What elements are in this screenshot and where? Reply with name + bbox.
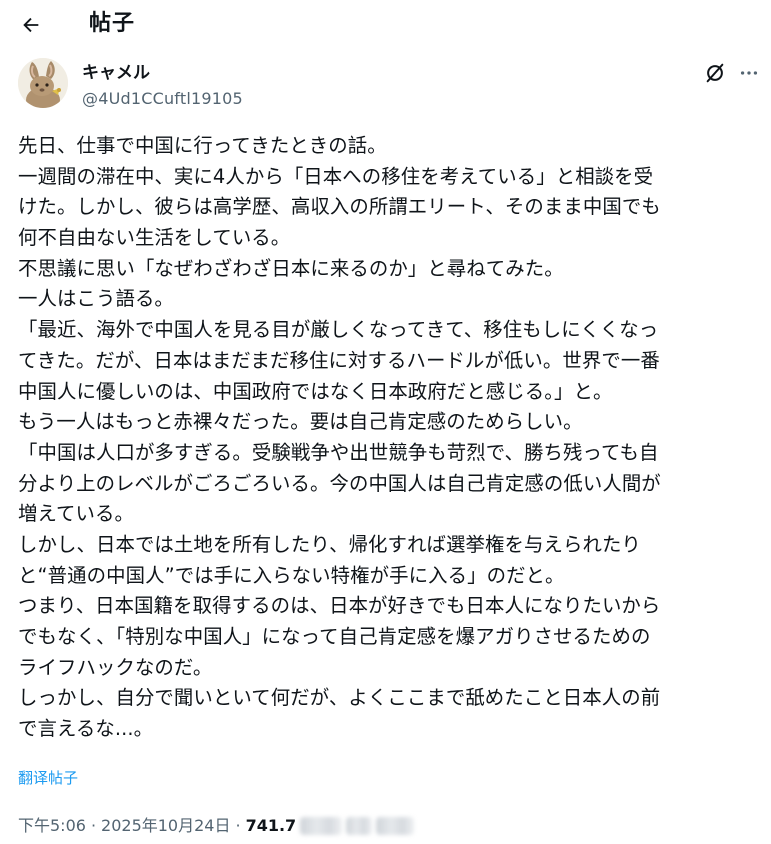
post-line: 不思議に思い「なぜわざわざ日本に来るのか」と尋ねてみた。 [18, 256, 564, 280]
page-title: 帖子 [89, 11, 136, 36]
post-line: で言えるな...。 [18, 717, 154, 741]
blurred-redaction [376, 817, 415, 835]
post-line: ライフハックなのだ。 [18, 655, 213, 679]
more-options-button[interactable] [736, 60, 762, 86]
author-handle[interactable]: @4Ud1CCuftl19105 [82, 89, 243, 109]
post-line: 何不自由ない生活をしている。 [18, 226, 291, 250]
grok-icon [706, 63, 724, 83]
post-line: 分より上のレベルがごろごろいる。今の中国人は自己肯定感の低い人間が [18, 471, 661, 495]
post-line: つまり、日本国籍を取得するのは、日本が好きでも日本人になりたいから [18, 594, 661, 618]
post-line: てきた。だが、日本はまだまだ移住に対するハードルが低い。世界で一番 [18, 348, 660, 372]
post-line: しかし、日本では土地を所有したり、帰化すれば選挙権を与えられたり [18, 532, 641, 556]
meta-separator: · [235, 816, 241, 835]
post-line: もう一人はもっと赤裸々だった。要は自己肯定感のためらしい。 [18, 410, 583, 434]
post-line: 一週間の滞在中、実に4人から「日本への移住を考えている」と相談を受 [18, 164, 654, 188]
blurred-redaction [346, 817, 373, 835]
avatar[interactable] [18, 58, 68, 108]
top-bar: 帖子 [0, 0, 771, 52]
post-date[interactable]: 2025年10月24日 [101, 814, 230, 838]
meta-separator: · [90, 816, 97, 835]
post-line: と“普通の中国人”では手に入らない特権が手に入る」のだと。 [18, 563, 565, 587]
post-time[interactable]: 下午5:06 [18, 814, 86, 838]
more-horizontal-icon [740, 71, 758, 75]
post-line: 先日、仕事で中国に行ってきたときの話。 [18, 134, 387, 157]
arrow-left-icon [23, 17, 39, 33]
post-line: しっかし、自分で聞いといて何だが、よくここまで舐めたこと日本人の前 [18, 686, 661, 710]
post-line: 増えている。 [18, 502, 134, 526]
back-button[interactable] [14, 8, 48, 42]
post-line: けた。しかし、彼らは高学歴、高収入の所謂エリート、そのまま中国でも [18, 195, 661, 219]
blurred-redaction [300, 817, 343, 835]
post-line: 一人はこう語る。 [18, 287, 174, 311]
rabbit-avatar [18, 58, 68, 108]
post-text: 先日、仕事で中国に行ってきたときの話。 一週間の滞在中、実に4人から「日本への移… [18, 131, 758, 745]
author-display-name[interactable]: キャメル [82, 62, 150, 84]
post-line: 中国人に優しいのは、中国政府ではなく日本政府だと感じる。」と。 [18, 379, 613, 403]
grok-button[interactable] [702, 60, 728, 86]
post-line: 「中国は人口が多すぎる。受験戦争や出世競争も苛烈で、勝ち残っても自 [18, 440, 659, 464]
views-count: 741.7 [245, 816, 297, 835]
post-meta: 下午5:06 · 2025年10月24日 · 741.7 [18, 814, 415, 838]
translate-post-link[interactable]: 翻译帖子 [18, 768, 78, 788]
post-line: でもなく、「特別な中国人」になって自己肯定感を爆アガりさせるための [18, 625, 651, 648]
post-line: 「最近、海外で中国人を見る目が厳しくなってきて、移住もしにくくなっ [18, 318, 659, 342]
